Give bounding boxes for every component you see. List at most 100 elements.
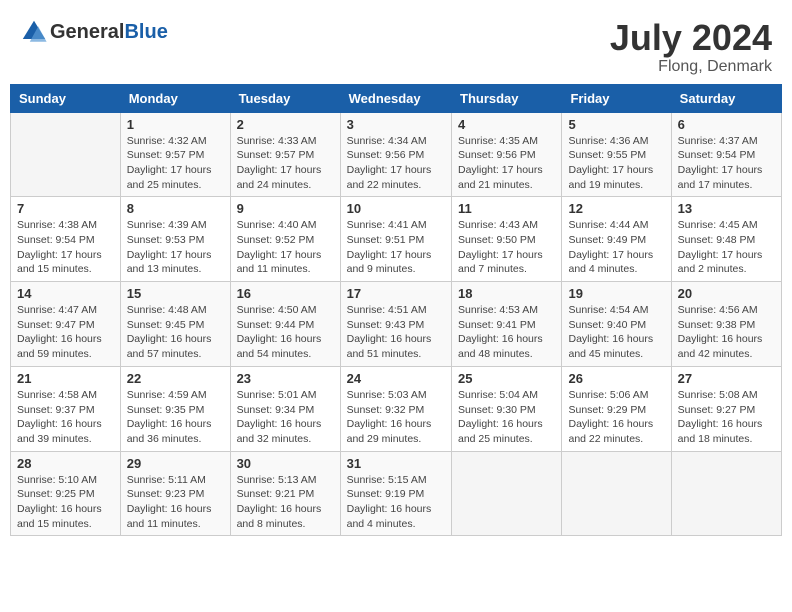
day-cell: 25 Sunrise: 5:04 AMSunset: 9:30 PMDayligh… — [452, 366, 562, 451]
day-number: 3 — [347, 117, 445, 132]
header-day-wednesday: Wednesday — [340, 84, 451, 112]
day-number: 27 — [678, 371, 775, 386]
day-number: 25 — [458, 371, 555, 386]
day-info: Sunrise: 4:32 AMSunset: 9:57 PMDaylight:… — [127, 134, 224, 193]
day-number: 16 — [237, 286, 334, 301]
day-info: Sunrise: 4:43 AMSunset: 9:50 PMDaylight:… — [458, 218, 555, 277]
week-row-4: 21 Sunrise: 4:58 AMSunset: 9:37 PMDayligh… — [11, 366, 782, 451]
day-cell: 30 Sunrise: 5:13 AMSunset: 9:21 PMDayligh… — [230, 451, 340, 536]
day-cell: 11 Sunrise: 4:43 AMSunset: 9:50 PMDayligh… — [452, 197, 562, 282]
day-cell: 5 Sunrise: 4:36 AMSunset: 9:55 PMDaylight… — [562, 112, 671, 197]
day-info: Sunrise: 5:13 AMSunset: 9:21 PMDaylight:… — [237, 473, 334, 532]
day-cell: 22 Sunrise: 4:59 AMSunset: 9:35 PMDayligh… — [120, 366, 230, 451]
day-number: 29 — [127, 456, 224, 471]
day-info: Sunrise: 4:48 AMSunset: 9:45 PMDaylight:… — [127, 303, 224, 362]
calendar-header: SundayMondayTuesdayWednesdayThursdayFrid… — [11, 84, 782, 112]
day-info: Sunrise: 4:47 AMSunset: 9:47 PMDaylight:… — [17, 303, 114, 362]
day-number: 19 — [568, 286, 664, 301]
day-info: Sunrise: 4:56 AMSunset: 9:38 PMDaylight:… — [678, 303, 775, 362]
day-info: Sunrise: 4:34 AMSunset: 9:56 PMDaylight:… — [347, 134, 445, 193]
day-cell: 8Sunrise: 4:39 AMSunset: 9:53 PMDaylight… — [120, 197, 230, 282]
day-info: Sunrise: 5:15 AMSunset: 9:19 PMDaylight:… — [347, 473, 445, 532]
day-number: 18 — [458, 286, 555, 301]
day-info: Sunrise: 5:08 AMSunset: 9:27 PMDaylight:… — [678, 388, 775, 447]
day-info: Sunrise: 4:35 AMSunset: 9:56 PMDaylight:… — [458, 134, 555, 193]
day-number: 24 — [347, 371, 445, 386]
day-info: Sunrise: 4:53 AMSunset: 9:41 PMDaylight:… — [458, 303, 555, 362]
day-cell: 14 Sunrise: 4:47 AMSunset: 9:47 PMDayligh… — [11, 282, 121, 367]
day-number: 11 — [458, 201, 555, 216]
day-cell: 9 Sunrise: 4:40 AMSunset: 9:52 PMDaylight… — [230, 197, 340, 282]
header-day-thursday: Thursday — [452, 84, 562, 112]
day-number: 5 — [568, 117, 664, 132]
day-cell — [452, 451, 562, 536]
day-number: 13 — [678, 201, 775, 216]
day-cell — [562, 451, 671, 536]
day-cell: 20 Sunrise: 4:56 AMSunset: 9:38 PMDayligh… — [671, 282, 781, 367]
day-number: 10 — [347, 201, 445, 216]
day-number: 30 — [237, 456, 334, 471]
day-cell: 4 Sunrise: 4:35 AMSunset: 9:56 PMDaylight… — [452, 112, 562, 197]
day-number: 4 — [458, 117, 555, 132]
header-day-monday: Monday — [120, 84, 230, 112]
day-cell: 10 Sunrise: 4:41 AMSunset: 9:51 PMDayligh… — [340, 197, 451, 282]
day-number: 28 — [17, 456, 114, 471]
day-info: Sunrise: 5:06 AMSunset: 9:29 PMDaylight:… — [568, 388, 664, 447]
day-cell: 19 Sunrise: 4:54 AMSunset: 9:40 PMDayligh… — [562, 282, 671, 367]
day-number: 31 — [347, 456, 445, 471]
header-day-sunday: Sunday — [11, 84, 121, 112]
day-number: 20 — [678, 286, 775, 301]
day-number: 22 — [127, 371, 224, 386]
header-day-tuesday: Tuesday — [230, 84, 340, 112]
day-number: 15 — [127, 286, 224, 301]
day-cell: 17 Sunrise: 4:51 AMSunset: 9:43 PMDayligh… — [340, 282, 451, 367]
week-row-3: 14 Sunrise: 4:47 AMSunset: 9:47 PMDayligh… — [11, 282, 782, 367]
day-cell: 31 Sunrise: 5:15 AMSunset: 9:19 PMDayligh… — [340, 451, 451, 536]
day-cell: 18 Sunrise: 4:53 AMSunset: 9:41 PMDayligh… — [452, 282, 562, 367]
week-row-5: 28 Sunrise: 5:10 AMSunset: 9:25 PMDayligh… — [11, 451, 782, 536]
day-cell: 6 Sunrise: 4:37 AMSunset: 9:54 PMDaylight… — [671, 112, 781, 197]
day-number: 7 — [17, 201, 114, 216]
day-info: Sunrise: 4:58 AMSunset: 9:37 PMDaylight:… — [17, 388, 114, 447]
day-cell: 3 Sunrise: 4:34 AMSunset: 9:56 PMDaylight… — [340, 112, 451, 197]
day-info: Sunrise: 5:10 AMSunset: 9:25 PMDaylight:… — [17, 473, 114, 532]
day-cell — [671, 451, 781, 536]
logo-blue-text: Blue — [124, 21, 167, 44]
day-info: Sunrise: 4:40 AMSunset: 9:52 PMDaylight:… — [237, 218, 334, 277]
day-number: 1 — [127, 117, 224, 132]
day-number: 6 — [678, 117, 775, 132]
day-cell: 28 Sunrise: 5:10 AMSunset: 9:25 PMDayligh… — [11, 451, 121, 536]
week-row-2: 7 Sunrise: 4:38 AMSunset: 9:54 PMDaylight… — [11, 197, 782, 282]
day-info: Sunrise: 4:59 AMSunset: 9:35 PMDaylight:… — [127, 388, 224, 447]
day-info: Sunrise: 4:54 AMSunset: 9:40 PMDaylight:… — [568, 303, 664, 362]
logo-general-text: General — [50, 21, 124, 44]
day-info: Sunrise: 4:44 AMSunset: 9:49 PMDaylight:… — [568, 218, 664, 277]
day-cell: 7 Sunrise: 4:38 AMSunset: 9:54 PMDaylight… — [11, 197, 121, 282]
day-number: 8 — [127, 201, 224, 216]
day-number: 21 — [17, 371, 114, 386]
calendar-body: 1 Sunrise: 4:32 AMSunset: 9:57 PMDaylight… — [11, 112, 782, 536]
day-number: 9 — [237, 201, 334, 216]
day-info: Sunrise: 4:38 AMSunset: 9:54 PMDaylight:… — [17, 218, 114, 277]
week-row-1: 1 Sunrise: 4:32 AMSunset: 9:57 PMDaylight… — [11, 112, 782, 197]
title-area: July 2024 Flong, Denmark — [610, 18, 772, 76]
day-number: 23 — [237, 371, 334, 386]
day-info: Sunrise: 4:51 AMSunset: 9:43 PMDaylight:… — [347, 303, 445, 362]
day-number: 14 — [17, 286, 114, 301]
day-number: 17 — [347, 286, 445, 301]
day-cell: 13 Sunrise: 4:45 AMSunset: 9:48 PMDayligh… — [671, 197, 781, 282]
day-info: Sunrise: 4:36 AMSunset: 9:55 PMDaylight:… — [568, 134, 664, 193]
day-info: Sunrise: 4:33 AMSunset: 9:57 PMDaylight:… — [237, 134, 334, 193]
page-header: GeneralBlue July 2024 Flong, Denmark — [10, 10, 782, 84]
header-day-saturday: Saturday — [671, 84, 781, 112]
day-info: Sunrise: 5:04 AMSunset: 9:30 PMDaylight:… — [458, 388, 555, 447]
day-cell: 26Sunrise: 5:06 AMSunset: 9:29 PMDayligh… — [562, 366, 671, 451]
day-cell: 2Sunrise: 4:33 AMSunset: 9:57 PMDaylight… — [230, 112, 340, 197]
day-cell: 1 Sunrise: 4:32 AMSunset: 9:57 PMDaylight… — [120, 112, 230, 197]
day-info: Sunrise: 4:41 AMSunset: 9:51 PMDaylight:… — [347, 218, 445, 277]
day-info: Sunrise: 4:45 AMSunset: 9:48 PMDaylight:… — [678, 218, 775, 277]
day-info: Sunrise: 5:03 AMSunset: 9:32 PMDaylight:… — [347, 388, 445, 447]
day-cell: 29Sunrise: 5:11 AMSunset: 9:23 PMDayligh… — [120, 451, 230, 536]
day-number: 12 — [568, 201, 664, 216]
day-info: Sunrise: 4:37 AMSunset: 9:54 PMDaylight:… — [678, 134, 775, 193]
